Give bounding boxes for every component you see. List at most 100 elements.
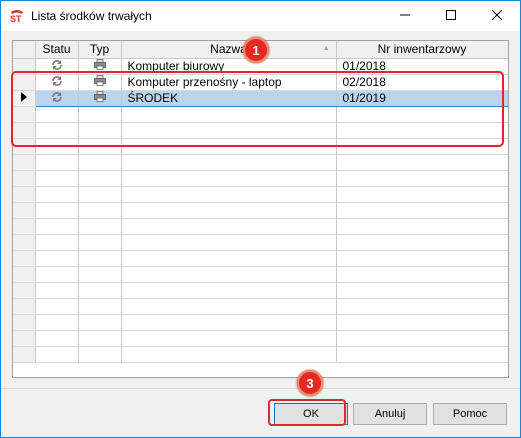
empty-cell bbox=[78, 250, 122, 267]
maximize-button[interactable] bbox=[428, 1, 474, 31]
row-indicator[interactable] bbox=[13, 90, 36, 107]
column-header-inventory-number[interactable]: Nr inwentarzowy bbox=[336, 41, 508, 59]
empty-cell bbox=[35, 234, 79, 251]
minimize-button[interactable] bbox=[382, 1, 428, 31]
empty-cell bbox=[13, 106, 36, 123]
empty-cell bbox=[121, 234, 337, 251]
cancel-button[interactable]: Anuluj bbox=[353, 403, 427, 425]
empty-cell bbox=[336, 186, 508, 203]
refresh-icon bbox=[51, 75, 63, 90]
empty-cell bbox=[336, 282, 508, 299]
empty-cell bbox=[13, 234, 36, 251]
empty-cell bbox=[35, 138, 79, 155]
empty-row bbox=[13, 282, 508, 299]
printer-icon bbox=[93, 91, 106, 105]
maximize-icon bbox=[446, 9, 456, 23]
table-row[interactable]: ŚRODEK 01/2019 bbox=[13, 89, 508, 107]
empty-row bbox=[13, 330, 508, 347]
refresh-icon bbox=[51, 59, 63, 74]
column-header-indicator bbox=[13, 41, 36, 59]
refresh-icon bbox=[51, 91, 63, 106]
status-cell[interactable] bbox=[35, 74, 79, 91]
empty-row bbox=[13, 218, 508, 235]
inventory-number-cell[interactable]: 01/2019 bbox=[336, 89, 508, 107]
empty-cell bbox=[78, 154, 122, 171]
empty-cell bbox=[336, 314, 508, 331]
empty-cell bbox=[35, 282, 79, 299]
column-header-name-label: Nazwa bbox=[210, 42, 247, 57]
empty-cell bbox=[336, 266, 508, 283]
empty-cell bbox=[78, 330, 122, 347]
empty-cell bbox=[35, 186, 79, 203]
name-cell[interactable]: Komputer przenośny - laptop bbox=[121, 74, 337, 91]
help-button[interactable]: Pomoc bbox=[433, 403, 507, 425]
name-cell[interactable]: Komputer biurowy bbox=[121, 58, 337, 75]
empty-cell bbox=[336, 138, 508, 155]
empty-cell bbox=[121, 138, 337, 155]
empty-cell bbox=[336, 170, 508, 187]
type-cell[interactable] bbox=[78, 58, 122, 75]
empty-row bbox=[13, 266, 508, 283]
empty-cell bbox=[121, 106, 337, 123]
name-cell[interactable]: ŚRODEK bbox=[121, 89, 337, 107]
current-row-arrow-icon bbox=[20, 91, 28, 105]
empty-row bbox=[13, 346, 508, 363]
empty-cell bbox=[121, 218, 337, 235]
empty-cell bbox=[35, 202, 79, 219]
empty-cell bbox=[13, 186, 36, 203]
ok-button[interactable]: OK bbox=[274, 403, 348, 425]
type-cell[interactable] bbox=[78, 89, 122, 107]
table-row[interactable]: Komputer przenośny - laptop 02/2018 bbox=[13, 74, 508, 91]
svg-text:ST: ST bbox=[10, 14, 22, 23]
empty-row bbox=[13, 106, 508, 123]
empty-row bbox=[13, 298, 508, 315]
empty-cell bbox=[78, 266, 122, 283]
inventory-number-cell[interactable]: 01/2018 bbox=[336, 58, 508, 75]
empty-cell bbox=[121, 250, 337, 267]
printer-icon bbox=[93, 75, 106, 89]
close-button[interactable] bbox=[474, 1, 520, 31]
empty-cell bbox=[121, 154, 337, 171]
sort-indicator-icon: ▲ bbox=[322, 45, 330, 52]
column-header-type[interactable]: Typ bbox=[78, 41, 122, 59]
row-indicator[interactable] bbox=[13, 74, 36, 91]
empty-row bbox=[13, 202, 508, 219]
column-header-status[interactable]: Statu bbox=[35, 41, 79, 59]
empty-cell bbox=[35, 170, 79, 187]
empty-cell bbox=[336, 234, 508, 251]
empty-cell bbox=[121, 314, 337, 331]
minimize-icon bbox=[400, 9, 410, 23]
column-header-name[interactable]: Nazwa ▲ bbox=[121, 41, 337, 59]
title-bar[interactable]: ST Lista środków trwałych bbox=[1, 1, 520, 31]
empty-cell bbox=[336, 346, 508, 363]
empty-cell bbox=[336, 330, 508, 347]
dialog-content: Statu Typ Nazwa ▲ Nr inwentarzowy Komput… bbox=[1, 31, 520, 388]
empty-row bbox=[13, 314, 508, 331]
empty-cell bbox=[121, 346, 337, 363]
empty-cell bbox=[336, 154, 508, 171]
empty-cell bbox=[35, 106, 79, 123]
empty-cell bbox=[13, 250, 36, 267]
empty-cell bbox=[13, 346, 36, 363]
empty-cell bbox=[121, 298, 337, 315]
close-icon bbox=[491, 9, 503, 23]
empty-row bbox=[13, 154, 508, 171]
empty-cell bbox=[78, 170, 122, 187]
inventory-number-cell[interactable]: 02/2018 bbox=[336, 74, 508, 91]
empty-cell bbox=[121, 170, 337, 187]
empty-cell bbox=[78, 202, 122, 219]
empty-cell bbox=[13, 314, 36, 331]
type-cell[interactable] bbox=[78, 74, 122, 91]
status-cell[interactable] bbox=[35, 89, 79, 107]
empty-cell bbox=[121, 186, 337, 203]
button-bar: OK Anuluj Pomoc bbox=[1, 388, 520, 437]
row-indicator[interactable] bbox=[13, 58, 36, 75]
empty-cell bbox=[78, 218, 122, 235]
empty-cell bbox=[121, 330, 337, 347]
empty-cell bbox=[13, 298, 36, 315]
empty-cell bbox=[336, 202, 508, 219]
empty-cell bbox=[78, 122, 122, 139]
empty-row bbox=[13, 186, 508, 203]
status-cell[interactable] bbox=[35, 58, 79, 75]
assets-grid[interactable]: Statu Typ Nazwa ▲ Nr inwentarzowy Komput… bbox=[12, 40, 509, 378]
